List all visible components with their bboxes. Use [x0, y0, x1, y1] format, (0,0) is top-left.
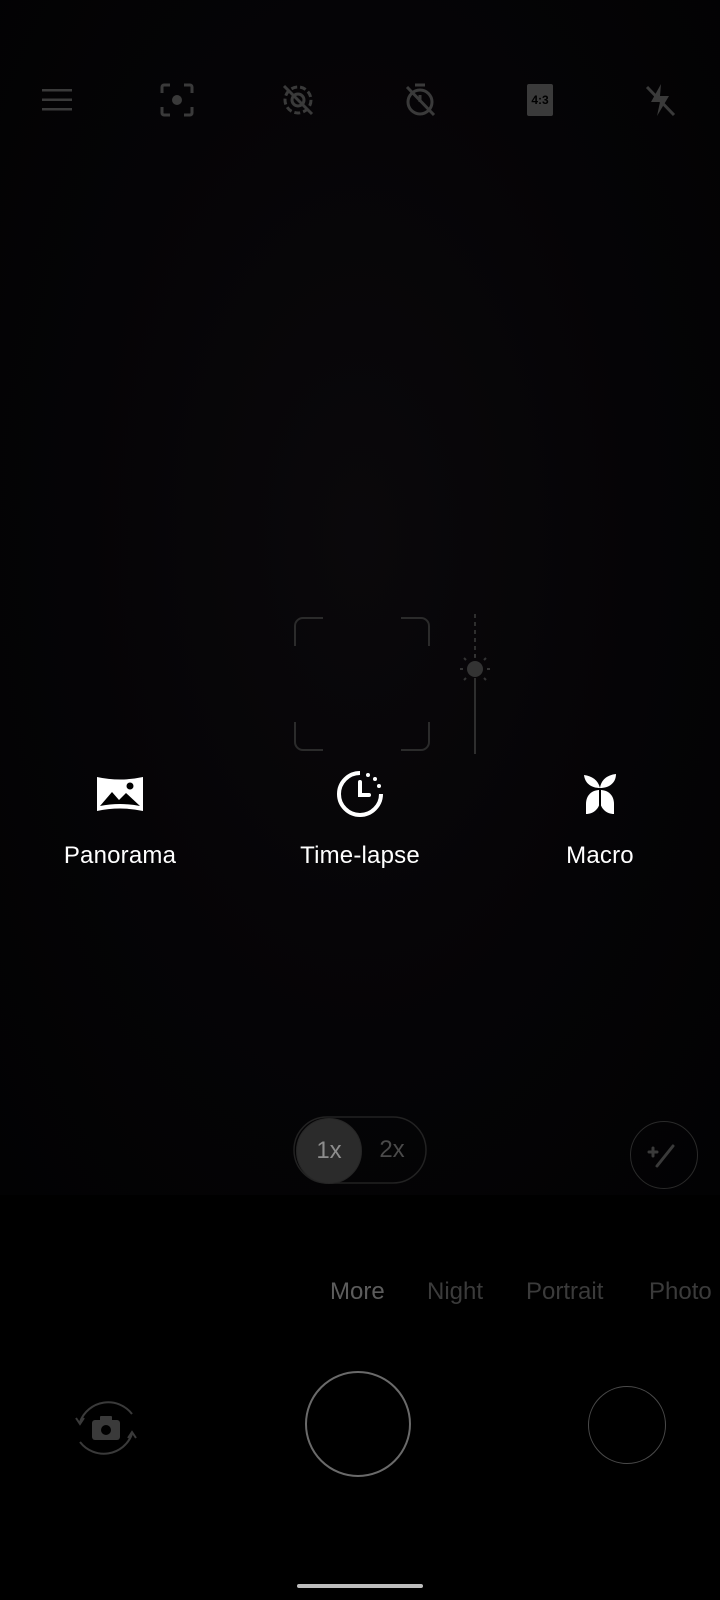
zoom-1x-button[interactable]: 1x: [296, 1118, 362, 1184]
aspect-ratio-label: 4:3: [531, 93, 549, 107]
camera-viewfinder[interactable]: [0, 0, 720, 1195]
panorama-icon: [97, 777, 143, 811]
more-modes-panel: Panorama Time-lapse Macro: [0, 760, 720, 890]
mode-macro[interactable]: Macro: [480, 760, 720, 890]
tab-more[interactable]: More: [330, 1278, 385, 1306]
gallery-thumbnail-button[interactable]: [588, 1386, 666, 1464]
home-indicator[interactable]: [297, 1584, 423, 1588]
time-lapse-icon: [337, 771, 383, 817]
motion-photo-off-icon[interactable]: [268, 70, 328, 130]
zoom-2x-button[interactable]: 2x: [360, 1118, 424, 1182]
exposure-slider[interactable]: [455, 612, 495, 756]
tab-photo[interactable]: Photo: [649, 1278, 712, 1306]
focus-frame: [294, 617, 430, 751]
shutter-button[interactable]: [305, 1371, 411, 1477]
mode-label: Panorama: [63, 842, 177, 869]
switch-camera-button[interactable]: [66, 1388, 146, 1468]
tab-night[interactable]: Night: [427, 1278, 483, 1306]
focus-icon[interactable]: [147, 70, 207, 130]
mode-time-lapse[interactable]: Time-lapse: [240, 760, 480, 890]
beauty-effects-button[interactable]: [630, 1121, 698, 1189]
menu-icon[interactable]: [27, 70, 87, 130]
mode-label: Macro: [566, 842, 634, 869]
flash-off-icon[interactable]: [630, 70, 690, 130]
macro-icon: [584, 774, 616, 814]
top-toolbar: 4:3: [0, 70, 720, 130]
mode-label: Time-lapse: [300, 842, 420, 869]
zoom-selector: 1x 2x: [293, 1116, 427, 1184]
aspect-ratio-icon[interactable]: 4:3: [510, 70, 570, 130]
mode-strip: More Night Portrait Photo: [0, 1278, 720, 1324]
mode-panorama[interactable]: Panorama: [0, 760, 240, 890]
tab-portrait[interactable]: Portrait: [526, 1278, 603, 1306]
magic-brush-icon: [647, 1144, 675, 1168]
timer-off-icon[interactable]: [390, 70, 450, 130]
camera-flip-icon: [75, 1401, 137, 1455]
